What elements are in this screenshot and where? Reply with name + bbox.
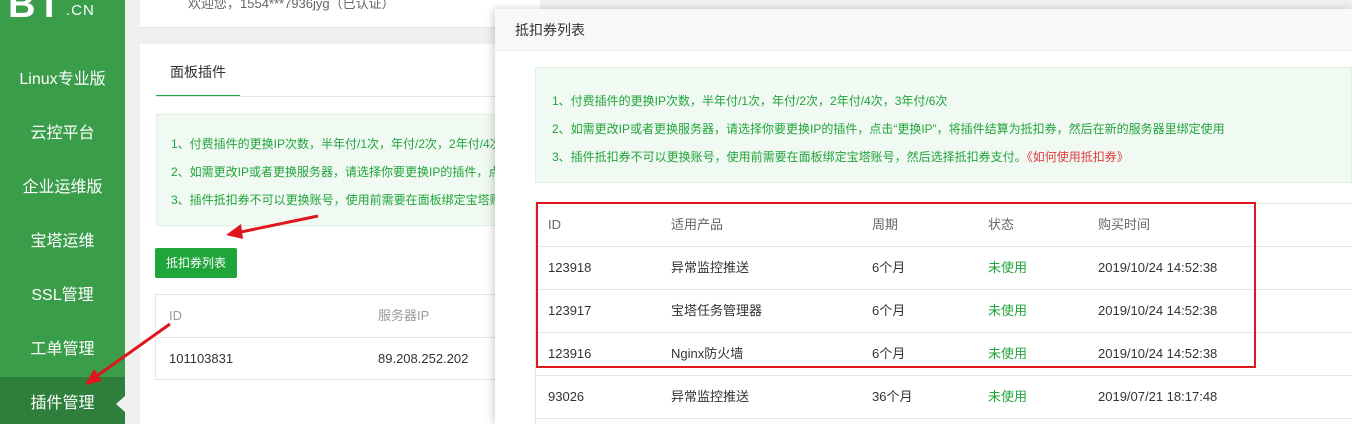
table-header-row: ID 适用产品 周期 状态 购买时间 xyxy=(536,204,1352,247)
cell-status: 未使用 xyxy=(988,260,1028,275)
coupon-list-button[interactable]: 抵扣券列表 xyxy=(155,248,237,278)
plugin-table: ID 服务器IP 101103831 89.208.252.202 xyxy=(155,294,500,380)
header-product: 适用产品 xyxy=(671,217,724,232)
cell-id: 123918 xyxy=(548,260,592,275)
top-bar: 欢迎您，1554***7936jyg（已认证） xyxy=(140,0,540,28)
cell-purchase-time: 2019/10/24 14:52:38 xyxy=(1098,260,1218,275)
coupon-table: ID 适用产品 周期 状态 购买时间 123918 异常监控推送 6个月 未使用… xyxy=(535,203,1352,424)
table-row: 123916 Nginx防火墙 6个月 未使用 2019/10/24 14:52… xyxy=(536,333,1352,376)
tab-panel-plugins[interactable]: 面板插件 xyxy=(156,44,240,97)
modal-notice-line: 1、付费插件的更换IP次数，半年付/1次，年付/2次，2年付/4次，3年付/6次 xyxy=(552,94,948,108)
modal-notice-line-3: 3、插件抵扣券不可以更换账号，使用前需要在面板绑定宝塔账号，然后选择抵扣券支付。… xyxy=(552,148,1129,165)
panel-notice-box: 1、付费插件的更换IP次数，半年付/1次，年付/2次，2年付/4次，3年付/6次… xyxy=(156,114,500,226)
cell-id: 123916 xyxy=(548,346,592,361)
cell-status: 未使用 xyxy=(988,303,1028,318)
tab-divider xyxy=(156,96,500,97)
cell-id: 123917 xyxy=(548,303,592,318)
table-row: 123918 异常监控推送 6个月 未使用 2019/10/24 14:52:3… xyxy=(536,247,1352,290)
table-cell-id: 101103831 xyxy=(169,351,234,366)
active-caret-icon xyxy=(116,396,125,412)
table-header-server-ip: 服务器IP xyxy=(378,308,430,323)
header-id: ID xyxy=(548,217,561,232)
coupon-list-modal: 抵扣券列表 1、付费插件的更换IP次数，半年付/1次，年付/2次，2年付/4次，… xyxy=(495,9,1352,424)
sidebar-item-linux-pro[interactable]: Linux专业版 xyxy=(0,53,125,107)
plugin-panel: 面板插件 1、付费插件的更换IP次数，半年付/1次，年付/2次，2年付/4次，3… xyxy=(140,44,500,424)
header-status: 状态 xyxy=(988,217,1015,232)
cell-status: 未使用 xyxy=(988,389,1028,404)
panel-notice-line: 2、如需更改IP或者更换服务器，请选择你要更换IP的插件，点击“更换IP”，将插… xyxy=(171,165,500,179)
sidebar-item-bt-ops[interactable]: 宝塔运维 xyxy=(0,215,125,269)
cell-purchase-time: 2019/07/21 18:17:48 xyxy=(1098,389,1218,404)
cell-status: 未使用 xyxy=(988,346,1028,361)
modal-notice-box: 1、付费插件的更换IP次数，半年付/1次，年付/2次，2年付/4次，3年付/6次… xyxy=(535,67,1352,183)
cell-period: 6个月 xyxy=(872,346,906,361)
modal-title: 抵扣券列表 xyxy=(495,9,1352,51)
how-to-use-coupon-link[interactable]: 《如何使用抵扣券》 xyxy=(1027,150,1129,164)
sidebar-item-ssl[interactable]: SSL管理 xyxy=(0,269,125,323)
modal-notice-text: 3、插件抵扣券不可以更换账号，使用前需要在面板绑定宝塔账号，然后选择抵扣券支付。 xyxy=(552,150,1027,164)
cell-period: 6个月 xyxy=(872,260,906,275)
header-purchase-time: 购买时间 xyxy=(1098,217,1151,232)
cell-product: 宝塔任务管理器 xyxy=(671,303,763,318)
logo-main: BT xyxy=(8,0,63,26)
sidebar-item-label: 插件管理 xyxy=(30,395,95,412)
cell-product: Nginx防火墙 xyxy=(671,346,744,361)
account-info: 欢迎您，1554***7936jyg（已认证） xyxy=(188,0,395,11)
cell-purchase-time: 2019/10/24 14:52:38 xyxy=(1098,303,1218,318)
cell-product: 异常监控推送 xyxy=(671,389,750,404)
sidebar-item-tickets[interactable]: 工单管理 xyxy=(0,323,125,377)
cell-purchase-time: 2019/10/24 14:52:38 xyxy=(1098,346,1218,361)
cell-period: 6个月 xyxy=(872,303,906,318)
bt-logo[interactable]: BT .CN xyxy=(0,0,125,30)
sidebar-item-cloud-control[interactable]: 云控平台 xyxy=(0,107,125,161)
sidebar: BT .CN Linux专业版 云控平台 企业运维版 宝塔运维 SSL管理 工单… xyxy=(0,0,125,424)
header-period: 周期 xyxy=(872,217,899,232)
cell-period: 36个月 xyxy=(872,389,913,404)
table-row: 93026 异常监控推送 36个月 未使用 2019/07/21 18:17:4… xyxy=(536,376,1352,419)
table-cell-server-ip: 89.208.252.202 xyxy=(378,351,469,366)
table-header-id: ID xyxy=(169,308,182,323)
panel-notice-line: 3、插件抵扣券不可以更换账号，使用前需要在面板绑定宝塔账号，然后选择抵扣券支付。 xyxy=(171,193,499,207)
sidebar-item-enterprise[interactable]: 企业运维版 xyxy=(0,161,125,215)
panel-notice-line: 1、付费插件的更换IP次数，半年付/1次，年付/2次，2年付/4次，3年付/6次 xyxy=(171,137,499,151)
table-row: 123917 宝塔任务管理器 6个月 未使用 2019/10/24 14:52:… xyxy=(536,290,1352,333)
cell-product: 异常监控推送 xyxy=(671,260,750,275)
modal-notice-line: 2、如需更改IP或者更换服务器，请选择你要更换IP的插件，点击“更换IP”，将插… xyxy=(552,122,1225,136)
logo-suffix: .CN xyxy=(66,2,95,19)
sidebar-item-plugins[interactable]: 插件管理 xyxy=(0,377,125,424)
cell-id: 93026 xyxy=(548,389,585,404)
